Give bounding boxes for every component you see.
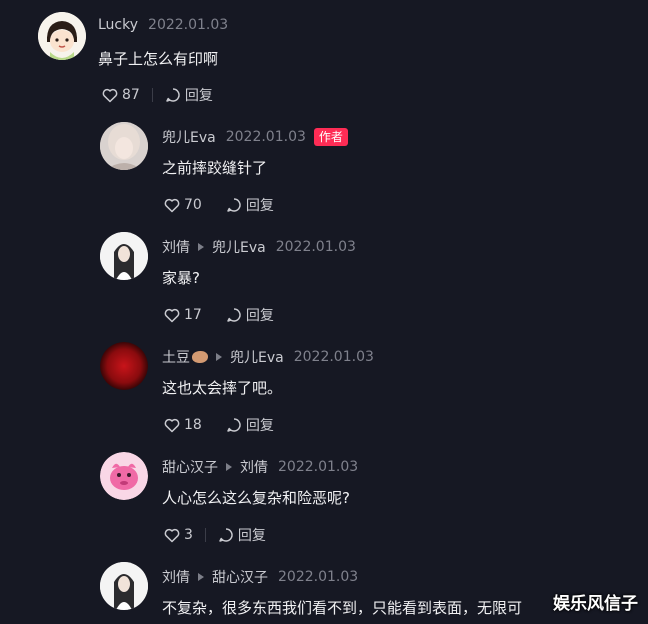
avatar-photo-icon xyxy=(100,562,148,610)
reply-button[interactable]: 回复 xyxy=(165,85,213,105)
comment-text: 家暴? xyxy=(162,269,200,287)
reply-label: 回复 xyxy=(245,198,274,214)
comment-actions: 87 回复 xyxy=(102,85,213,105)
reply-arrow-icon xyxy=(226,463,232,471)
avatar-red-circle-icon xyxy=(100,342,148,390)
avatar-cartoon-girl-icon xyxy=(38,12,86,60)
comment-meta: Lucky 2022.01.03 xyxy=(98,17,228,33)
comment-bubble-icon xyxy=(227,418,241,432)
heart-icon xyxy=(164,528,180,542)
comment-author[interactable]: Lucky xyxy=(98,17,138,33)
reply-button[interactable]: 回复 xyxy=(226,415,274,435)
reply-label: 回复 xyxy=(245,418,274,434)
comment-meta: 兜儿Eva 2022.01.03 作者 xyxy=(162,127,348,147)
comment-meta: 土豆 兜儿Eva 2022.01.03 xyxy=(162,347,374,367)
reply-arrow-icon xyxy=(198,573,204,581)
avatar-cartoon-pink-icon xyxy=(100,452,148,500)
comment-author[interactable]: 兜儿Eva xyxy=(162,127,216,147)
comment-text: 鼻子上怎么有印啊 xyxy=(98,50,219,68)
author-badge: 作者 xyxy=(313,128,348,146)
divider xyxy=(204,528,206,542)
comment-author[interactable]: 刘倩 xyxy=(162,237,190,257)
like-button[interactable]: 87 xyxy=(102,87,140,103)
avatar[interactable] xyxy=(100,342,148,390)
comment-date: 2022.01.03 xyxy=(148,17,229,33)
comment-actions: 17 回复 xyxy=(164,305,274,325)
reply-button[interactable]: 回复 xyxy=(226,195,274,215)
like-button[interactable]: 17 xyxy=(164,307,202,323)
avatar[interactable] xyxy=(100,232,148,280)
like-count: 3 xyxy=(184,527,193,543)
avatar[interactable] xyxy=(100,122,148,170)
avatar[interactable] xyxy=(100,562,148,610)
like-count: 18 xyxy=(184,417,202,433)
heart-icon xyxy=(102,88,118,102)
avatar-photo-icon xyxy=(100,122,148,170)
reply-label: 回复 xyxy=(237,528,266,544)
comment-author[interactable]: 土豆 xyxy=(162,347,190,367)
comment-bubble-icon xyxy=(166,88,180,102)
reply-button[interactable]: 回复 xyxy=(226,305,274,325)
like-button[interactable]: 3 xyxy=(164,527,193,543)
comment-author[interactable]: 甜心汉子 xyxy=(162,457,218,477)
comment-date: 2022.01.03 xyxy=(278,459,359,475)
comment-meta: 刘倩 甜心汉子 2022.01.03 xyxy=(162,567,358,587)
comment-meta: 刘倩 兜儿Eva 2022.01.03 xyxy=(162,237,356,257)
heart-icon xyxy=(164,418,180,432)
comment-date: 2022.01.03 xyxy=(225,129,306,145)
divider xyxy=(151,88,153,102)
comment-author[interactable]: 刘倩 xyxy=(162,567,190,587)
comment-text: 不复杂，很多东西我们看不到，只能看到表面，无限可 xyxy=(162,599,523,617)
reply-label: 回复 xyxy=(245,308,274,324)
comment-bubble-icon xyxy=(227,308,241,322)
comment-bubble-icon xyxy=(219,528,233,542)
reply-arrow-icon xyxy=(198,243,204,251)
reply-to-author[interactable]: 甜心汉子 xyxy=(212,567,268,587)
comment-bubble-icon xyxy=(227,198,241,212)
comment-actions: 3 回复 xyxy=(164,525,266,545)
like-count: 87 xyxy=(122,87,140,103)
avatar[interactable] xyxy=(38,12,86,60)
reply-to-author[interactable]: 兜儿Eva xyxy=(212,237,266,257)
comment-thread: Lucky 2022.01.03 鼻子上怎么有印啊 87 回复 兜儿Eva 20… xyxy=(0,0,648,624)
reply-button[interactable]: 回复 xyxy=(218,525,266,545)
reply-arrow-icon xyxy=(216,353,222,361)
like-count: 70 xyxy=(184,197,202,213)
potato-emoji-icon xyxy=(192,351,208,363)
comment-text: 人心怎么这么复杂和险恶呢? xyxy=(162,489,350,507)
heart-icon xyxy=(164,308,180,322)
comment-date: 2022.01.03 xyxy=(293,349,374,365)
heart-icon xyxy=(164,198,180,212)
comment-meta: 甜心汉子 刘倩 2022.01.03 xyxy=(162,457,358,477)
avatar[interactable] xyxy=(100,452,148,500)
comment-text: 之前摔跤缝针了 xyxy=(162,159,268,177)
like-button[interactable]: 70 xyxy=(164,197,202,213)
reply-label: 回复 xyxy=(184,88,213,104)
comment-date: 2022.01.03 xyxy=(275,239,356,255)
comment-date: 2022.01.03 xyxy=(278,569,359,585)
reply-to-author[interactable]: 刘倩 xyxy=(240,457,268,477)
like-button[interactable]: 18 xyxy=(164,417,202,433)
comment-actions: 70 回复 xyxy=(164,195,274,215)
comment-actions: 18 回复 xyxy=(164,415,274,435)
like-count: 17 xyxy=(184,307,202,323)
reply-to-author[interactable]: 兜儿Eva xyxy=(230,347,284,367)
avatar-photo-icon xyxy=(100,232,148,280)
comment-text: 这也太会摔了吧。 xyxy=(162,379,283,397)
watermark-text: 娱乐风信子 xyxy=(553,594,638,614)
